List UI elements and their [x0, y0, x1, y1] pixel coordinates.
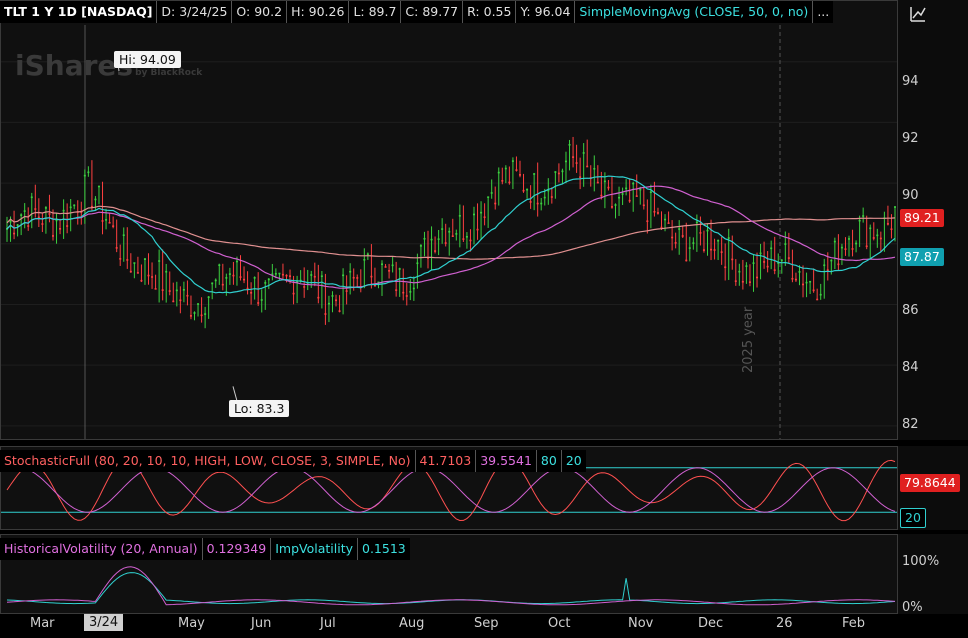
month-label: Sep	[474, 616, 499, 631]
stochastic-header: StochasticFull (80, 20, 10, 10, HIGH, LO…	[0, 449, 586, 473]
iv-value: 0.1513	[358, 538, 410, 560]
month-label: May	[178, 616, 205, 631]
volatility-header: HistoricalVolatility (20, Annual) 0.1293…	[0, 537, 410, 561]
low-label: L: 89.7	[349, 1, 402, 23]
sma-long-line	[6, 205, 896, 260]
stochastic-k-value: 41.7103	[415, 450, 477, 472]
sma-value-tag: 87.87	[900, 248, 944, 266]
month-label: Nov	[628, 616, 654, 631]
month-label: Oct	[548, 616, 571, 631]
high-label: H: 90.26	[287, 1, 350, 23]
low-callout: Lo: 83.3	[229, 400, 290, 417]
month-label: Aug	[399, 616, 425, 631]
y-label: Y: 96.04	[516, 1, 576, 23]
volatility-axis[interactable]: 100% 0%	[898, 534, 968, 615]
sma-short-line	[6, 175, 896, 294]
month-label: Jun	[251, 616, 272, 631]
historical-volatility-line	[6, 566, 896, 606]
price-tick: 92	[902, 131, 919, 146]
month-label: Jul	[320, 616, 336, 631]
overbought-value: 80	[536, 450, 562, 472]
price-tick: 84	[902, 360, 919, 375]
stochastic-last-tag: 79.8644	[900, 474, 960, 492]
month-label: Dec	[698, 616, 724, 631]
oversold-value: 20	[561, 450, 586, 472]
open-label: O: 90.2	[232, 1, 288, 23]
symbol-label[interactable]: TLT 1 Y 1D [NASDAQ]	[0, 1, 158, 23]
sma-mid-line	[6, 185, 896, 289]
price-tick: 82	[902, 417, 919, 432]
range-label: R: 0.55	[463, 1, 517, 23]
crosshair-date-label: 3/24	[84, 614, 124, 631]
price-header: TLT 1 Y 1D [NASDAQ] D: 3/24/25 O: 90.2 H…	[0, 0, 834, 24]
price-tick: 94	[902, 74, 919, 89]
more-studies-label[interactable]: ...	[813, 1, 834, 23]
high-callout: Hi: 94.09	[114, 51, 181, 68]
stochastic-study-label[interactable]: StochasticFull (80, 20, 10, 10, HIGH, LO…	[0, 450, 416, 472]
price-tick: 86	[902, 303, 919, 318]
month-label: Feb	[842, 616, 866, 631]
last-price-tag: 89.21	[900, 209, 944, 227]
time-axis[interactable]	[0, 614, 898, 638]
volatility-tick: 100%	[902, 554, 940, 569]
expand-chart-icon[interactable]	[908, 4, 928, 24]
price-tick: 90	[902, 188, 919, 203]
year-marker: 2025 year	[741, 306, 756, 373]
hv-study-label[interactable]: HistoricalVolatility (20, Annual)	[0, 538, 203, 560]
iv-study-label[interactable]: ImpVolatility	[271, 538, 358, 560]
volatility-tick: 0%	[902, 600, 923, 615]
implied-volatility-line	[6, 572, 896, 605]
sma-study-label[interactable]: SimpleMovingAvg (CLOSE, 50, 0, no)	[575, 1, 814, 23]
low-pointer	[232, 386, 238, 402]
close-label: C: 89.77	[401, 1, 464, 23]
month-label: 26	[776, 616, 793, 631]
stochastic-d-line	[6, 467, 896, 513]
date-label: D: 3/24/25	[157, 1, 233, 23]
stochastic-d-value: 39.5541	[476, 450, 537, 472]
month-label: Mar	[30, 616, 55, 631]
stochastic-oversold-tag: 20	[900, 508, 926, 528]
hv-value: 0.129349	[202, 538, 272, 560]
